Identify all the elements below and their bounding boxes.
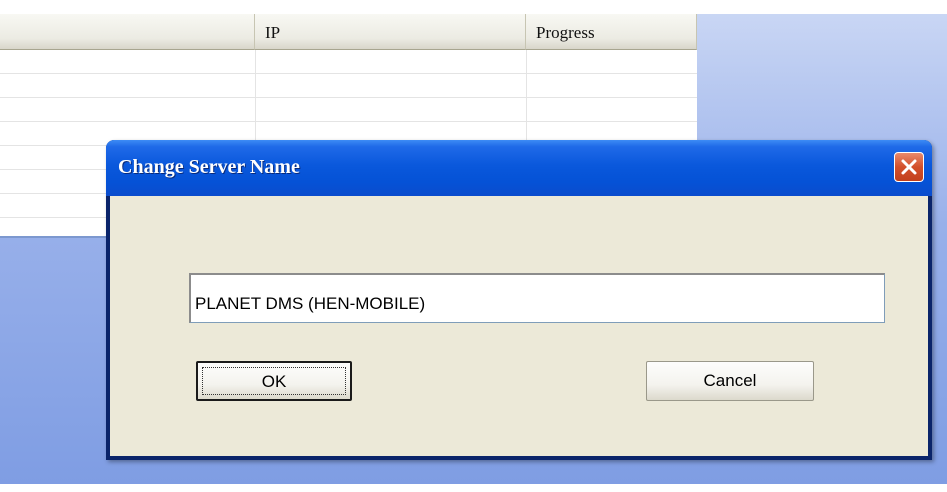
- column-header-progress[interactable]: Progress: [526, 14, 697, 50]
- close-button[interactable]: [894, 152, 924, 182]
- dialog-title: Change Server Name: [118, 156, 300, 178]
- close-icon: [901, 159, 917, 175]
- cancel-button[interactable]: Cancel: [646, 361, 814, 401]
- list-row[interactable]: [0, 98, 697, 122]
- focus-rectangle: [202, 367, 346, 395]
- change-server-name-dialog: Change Server Name OK Cancel: [106, 140, 932, 460]
- ok-button[interactable]: OK: [196, 361, 352, 401]
- cancel-button-label: Cancel: [703, 371, 757, 390]
- server-name-input[interactable]: [189, 273, 885, 323]
- list-row[interactable]: [0, 74, 697, 98]
- dialog-body: OK Cancel: [110, 196, 928, 456]
- column-header-ip[interactable]: IP: [255, 14, 526, 50]
- dialog-title-bar[interactable]: Change Server Name: [106, 140, 932, 196]
- list-row[interactable]: [0, 50, 697, 74]
- column-header-name[interactable]: [0, 14, 255, 50]
